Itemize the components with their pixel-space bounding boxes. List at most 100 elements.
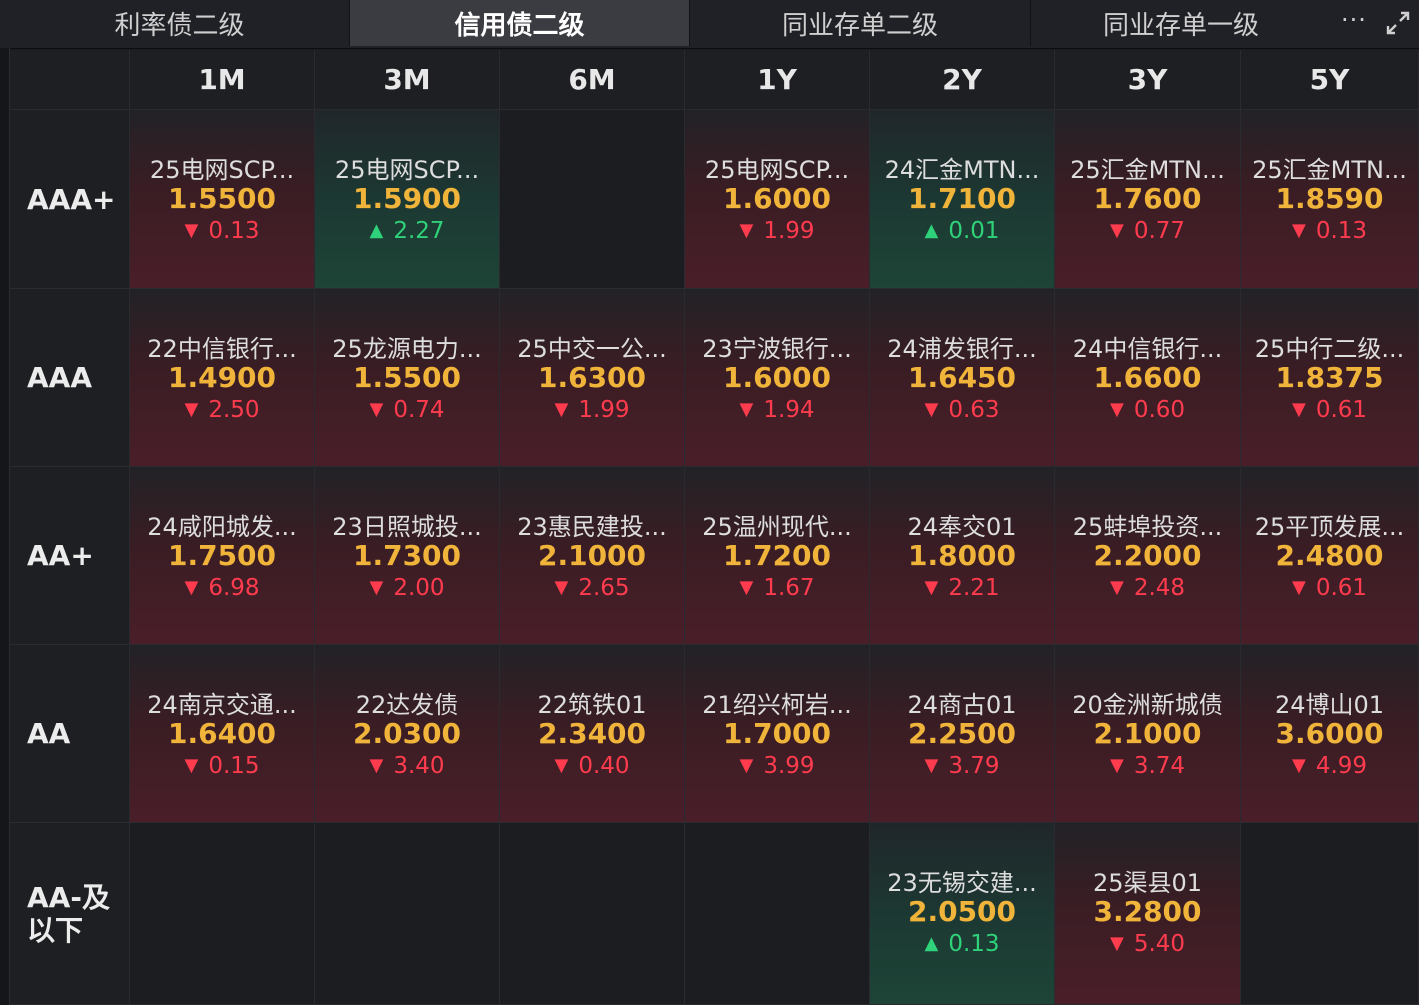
- change-value: 2.65: [578, 575, 630, 601]
- bond-cell[interactable]: 23惠民建投... 2.1000 ▼ 2.65: [500, 467, 685, 645]
- triangle-down-icon: ▼: [369, 399, 384, 420]
- bond-yield: 1.7500: [167, 539, 277, 572]
- bond-yield: 1.6450: [907, 361, 1017, 394]
- change-value: 0.01: [948, 218, 1000, 244]
- bond-cell[interactable]: 24浦发银行... 1.6450 ▼ 0.63: [870, 289, 1055, 467]
- triangle-down-icon: ▼: [184, 755, 199, 776]
- change-value: 5.40: [1133, 931, 1186, 957]
- bond-change: ▼ 3.99: [685, 753, 869, 779]
- bond-change: ▼ 4.99: [1241, 753, 1418, 779]
- row-header-rating: AA: [10, 645, 130, 823]
- change-value: 3.40: [393, 753, 445, 779]
- triangle-down-icon: ▼: [1109, 220, 1124, 241]
- bond-cell[interactable]: 20金洲新城债 2.1000 ▼ 3.74: [1055, 645, 1241, 823]
- triangle-down-icon: ▼: [1291, 220, 1306, 241]
- change-value: 0.13: [948, 931, 1000, 957]
- bond-change: ▼ 0.74: [315, 397, 499, 423]
- triangle-down-icon: ▼: [184, 399, 199, 420]
- tab-ncd-secondary[interactable]: 同业存单二级: [690, 0, 1031, 46]
- triangle-down-icon: ▼: [924, 399, 939, 420]
- bond-cell[interactable]: 25电网SCP... 1.5900 ▲ 2.27: [315, 110, 500, 289]
- bond-cell[interactable]: 25龙源电力... 1.5500 ▼ 0.74: [315, 289, 500, 467]
- bond-yield: 1.7100: [907, 182, 1017, 215]
- tab-rate-bond-secondary[interactable]: 利率债二级: [10, 0, 350, 46]
- bond-name: 24南京交通...: [147, 691, 297, 719]
- triangle-up-icon: ▲: [924, 933, 939, 954]
- change-value: 2.48: [1133, 575, 1186, 601]
- bond-change: ▼ 2.00: [315, 575, 499, 601]
- bond-change: ▼ 1.99: [685, 218, 869, 244]
- change-value: 0.61: [1315, 575, 1368, 601]
- change-value: 2.21: [948, 575, 1000, 601]
- bond-cell[interactable]: 24汇金MTN... 1.7100 ▲ 0.01: [870, 110, 1055, 289]
- change-value: 0.13: [1315, 218, 1368, 244]
- bond-cell[interactable]: 24博山01 3.6000 ▼ 4.99: [1241, 645, 1419, 823]
- column-header-3m: 3M: [315, 50, 500, 110]
- bond-cell[interactable]: 22筑铁01 2.3400 ▼ 0.40: [500, 645, 685, 823]
- triangle-down-icon: ▼: [1291, 399, 1306, 420]
- bond-cell[interactable]: 25蚌埠投资... 2.2000 ▼ 2.48: [1055, 467, 1241, 645]
- bond-name: 20金洲新城债: [1072, 691, 1223, 719]
- tab-credit-bond-secondary[interactable]: 信用债二级: [350, 0, 690, 46]
- bond-cell[interactable]: 25汇金MTN... 1.7600 ▼ 0.77: [1055, 110, 1241, 289]
- change-value: 0.60: [1133, 397, 1186, 423]
- bond-change: ▼ 0.63: [870, 397, 1054, 423]
- triangle-down-icon: ▼: [1109, 399, 1124, 420]
- bond-change: ▼ 2.21: [870, 575, 1054, 601]
- bond-yield: 1.6000: [722, 182, 832, 215]
- tab-ncd-primary[interactable]: 同业存单一级: [1031, 0, 1331, 46]
- bond-cell[interactable]: 24南京交通... 1.6400 ▼ 0.15: [130, 645, 315, 823]
- bond-cell[interactable]: 22中信银行... 1.4900 ▼ 2.50: [130, 289, 315, 467]
- bond-cell[interactable]: 23日照城投... 1.7300 ▼ 2.00: [315, 467, 500, 645]
- bond-name: 25蚌埠投资...: [1072, 513, 1223, 541]
- bond-change: ▼ 2.50: [130, 397, 314, 423]
- bond-yield: 2.0500: [907, 895, 1017, 928]
- bond-cell[interactable]: 25渠县01 3.2800 ▼ 5.40: [1055, 823, 1241, 1005]
- bond-cell[interactable]: 25温州现代... 1.7200 ▼ 1.67: [685, 467, 870, 645]
- change-value: 1.99: [763, 218, 815, 244]
- bond-change: ▼ 3.40: [315, 753, 499, 779]
- bond-cell[interactable]: 24咸阳城发... 1.7500 ▼ 6.98: [130, 467, 315, 645]
- row-header-rating: AA-及以下: [10, 823, 130, 1005]
- empty-cell: [1241, 823, 1419, 1005]
- bond-cell[interactable]: 25电网SCP... 1.5500 ▼ 0.13: [130, 110, 315, 289]
- triangle-down-icon: ▼: [924, 577, 939, 598]
- change-value: 6.98: [208, 575, 260, 601]
- bond-cell[interactable]: 25电网SCP... 1.6000 ▼ 1.99: [685, 110, 870, 289]
- row-header-rating: AA+: [10, 467, 130, 645]
- bond-cell[interactable]: 25平顶发展... 2.4800 ▼ 0.61: [1241, 467, 1419, 645]
- left-edge-bar: [0, 48, 10, 1005]
- triangle-up-icon: ▲: [369, 220, 384, 241]
- triangle-down-icon: ▼: [369, 577, 384, 598]
- bond-change: ▼ 3.74: [1055, 753, 1240, 779]
- triangle-down-icon: ▼: [739, 577, 754, 598]
- bond-name: 21绍兴柯岩...: [702, 691, 852, 719]
- bond-cell[interactable]: 22达发债 2.0300 ▼ 3.40: [315, 645, 500, 823]
- bond-name: 24汇金MTN...: [884, 156, 1040, 184]
- bond-name: 25电网SCP...: [704, 156, 850, 184]
- bond-cell[interactable]: 24奉交01 1.8000 ▼ 2.21: [870, 467, 1055, 645]
- change-value: 3.79: [948, 753, 1000, 779]
- bond-yield: 1.7200: [722, 539, 832, 572]
- bond-change: ▼ 0.13: [130, 218, 314, 244]
- bond-name: 25温州现代...: [702, 513, 852, 541]
- bond-change: ▼ 6.98: [130, 575, 314, 601]
- bond-change: ▼ 1.94: [685, 397, 869, 423]
- triangle-down-icon: ▼: [184, 220, 199, 241]
- bond-cell[interactable]: 23宁波银行... 1.6000 ▼ 1.94: [685, 289, 870, 467]
- bond-cell[interactable]: 21绍兴柯岩... 1.7000 ▼ 3.99: [685, 645, 870, 823]
- bond-cell[interactable]: 25汇金MTN... 1.8590 ▼ 0.13: [1241, 110, 1419, 289]
- bond-cell[interactable]: 25中交一公... 1.6300 ▼ 1.99: [500, 289, 685, 467]
- bond-cell[interactable]: 24中信银行... 1.6600 ▼ 0.60: [1055, 289, 1241, 467]
- bond-cell[interactable]: 23无锡交建... 2.0500 ▲ 0.13: [870, 823, 1055, 1005]
- expand-icon[interactable]: [1383, 8, 1413, 38]
- tab-tools: ···: [1333, 0, 1419, 46]
- bond-cell[interactable]: 24商古01 2.2500 ▼ 3.79: [870, 645, 1055, 823]
- bond-cell[interactable]: 25中行二级... 1.8375 ▼ 0.61: [1241, 289, 1419, 467]
- bond-change: ▼ 0.15: [130, 753, 314, 779]
- more-icon[interactable]: ···: [1341, 6, 1367, 34]
- bond-name: 25平顶发展...: [1254, 513, 1405, 541]
- bond-name: 24奉交01: [907, 513, 1017, 541]
- empty-cell: [500, 823, 685, 1005]
- triangle-down-icon: ▼: [924, 755, 939, 776]
